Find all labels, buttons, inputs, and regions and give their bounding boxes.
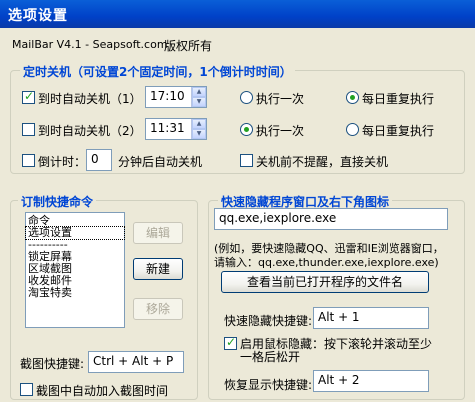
app-name: MailBar V4.1 - Seapsoft.com bbox=[12, 38, 168, 51]
no-prompt-label: 关机前不提醒，直接关机 bbox=[256, 155, 389, 169]
edit-button[interactable]: 编辑 bbox=[133, 222, 183, 244]
shutdown-1-once-label: 执行一次 bbox=[256, 92, 305, 106]
countdown-input[interactable]: 0 bbox=[86, 149, 112, 171]
spin-down-icon[interactable]: ▼ bbox=[192, 97, 206, 107]
shortcuts-title: 订制快捷命令 bbox=[18, 193, 97, 210]
shutdown-2-checkbox[interactable] bbox=[22, 123, 35, 136]
mouse-hide-label-line-2: 一格后松开 bbox=[240, 350, 301, 364]
add-time-checkbox[interactable] bbox=[20, 383, 33, 396]
list-item[interactable]: 淘宝特卖 bbox=[26, 287, 124, 299]
countdown-checkbox[interactable] bbox=[22, 154, 35, 167]
programs-input[interactable]: qq.exe,iexplore.exe bbox=[214, 208, 448, 230]
restore-hotkey-input[interactable]: Alt + 2 bbox=[313, 370, 429, 392]
shutdown-1-time-spinner[interactable]: ▲ ▼ bbox=[191, 87, 206, 107]
shutdown-1-checkbox[interactable] bbox=[22, 89, 35, 104]
shutdown-1-label: 到时自动关机（1） bbox=[38, 92, 142, 106]
window-title: 选项设置 bbox=[0, 0, 475, 28]
shutdown-2-daily-label: 每日重复执行 bbox=[362, 124, 435, 138]
shutdown-2-daily-radio[interactable] bbox=[346, 123, 359, 136]
spin-down-icon[interactable]: ▼ bbox=[192, 129, 206, 139]
spin-up-icon[interactable]: ▲ bbox=[192, 87, 206, 97]
shutdown-2-time-value: 11:31 bbox=[150, 121, 185, 135]
view-open-programs-button[interactable]: 查看当前已打开程序的文件名 bbox=[221, 271, 429, 293]
screenshot-hotkey-label: 截图快捷键: bbox=[20, 357, 85, 371]
hide-hotkey-input[interactable]: Alt + 1 bbox=[313, 307, 429, 329]
shutdown-2-label: 到时自动关机（2） bbox=[38, 124, 142, 138]
shutdown-1-time-value: 17:10 bbox=[150, 89, 185, 103]
shutdown-2-once-label: 执行一次 bbox=[256, 124, 305, 138]
restore-hotkey-label: 恢复显示快捷键: bbox=[224, 378, 313, 392]
shutdown-2-time-input[interactable]: 11:31 ▲ ▼ bbox=[145, 118, 207, 140]
shutdown-1-daily-radio[interactable] bbox=[346, 91, 359, 104]
no-prompt-checkbox[interactable] bbox=[240, 154, 253, 167]
new-button[interactable]: 新建 bbox=[133, 258, 183, 280]
screenshot-hotkey-input[interactable]: Ctrl + Alt + P bbox=[88, 351, 184, 373]
remove-button[interactable]: 移除 bbox=[133, 298, 183, 320]
shutdown-1-daily-label: 每日重复执行 bbox=[362, 92, 435, 106]
countdown-label: 倒计时： bbox=[38, 155, 87, 169]
shutdown-2-time-spinner[interactable]: ▲ ▼ bbox=[191, 119, 206, 139]
shortcut-list[interactable]: 命令 选项设置 ---------- 锁定屏幕 区域截图 收发邮件 淘宝特卖 bbox=[25, 212, 125, 328]
countdown-suffix: 分钟后自动关机 bbox=[118, 155, 203, 169]
hint-line-2: 请输入：qq.exe,thunder.exe,iexplore.exe) bbox=[214, 256, 439, 269]
copyright-label: 版权所有 bbox=[164, 39, 213, 53]
shutdown-1-once-radio[interactable] bbox=[240, 91, 253, 104]
hide-hotkey-label: 快速隐藏快捷键: bbox=[224, 314, 313, 328]
timed-shutdown-title: 定时关机（可设置2个固定时间，1个倒计时时间） bbox=[20, 63, 295, 80]
shutdown-2-once-radio[interactable] bbox=[240, 123, 253, 136]
mouse-hide-checkbox[interactable] bbox=[224, 335, 237, 350]
add-time-label: 截图中自动加入截图时间 bbox=[36, 384, 169, 398]
spin-up-icon[interactable]: ▲ bbox=[192, 119, 206, 129]
shutdown-1-time-input[interactable]: 17:10 ▲ ▼ bbox=[145, 86, 207, 108]
